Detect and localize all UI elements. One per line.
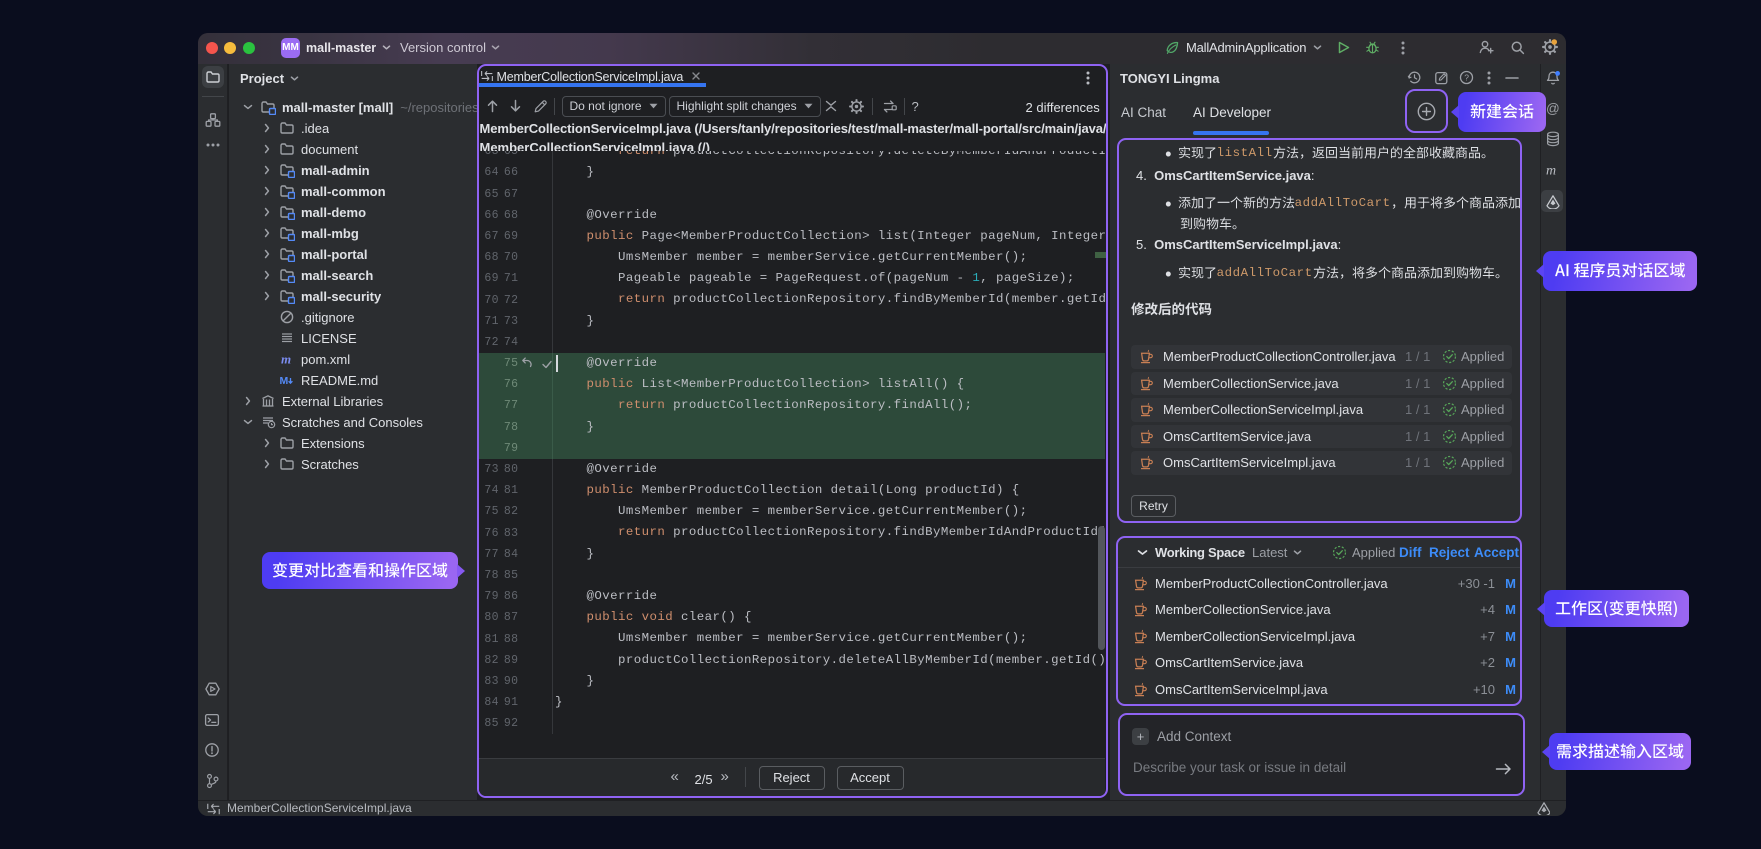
svg-text:m: m bbox=[281, 352, 291, 367]
svg-text:m: m bbox=[1546, 164, 1556, 179]
svg-text:?: ? bbox=[1464, 73, 1469, 83]
svg-text:@: @ bbox=[1546, 101, 1560, 116]
svg-text:M: M bbox=[280, 375, 289, 387]
